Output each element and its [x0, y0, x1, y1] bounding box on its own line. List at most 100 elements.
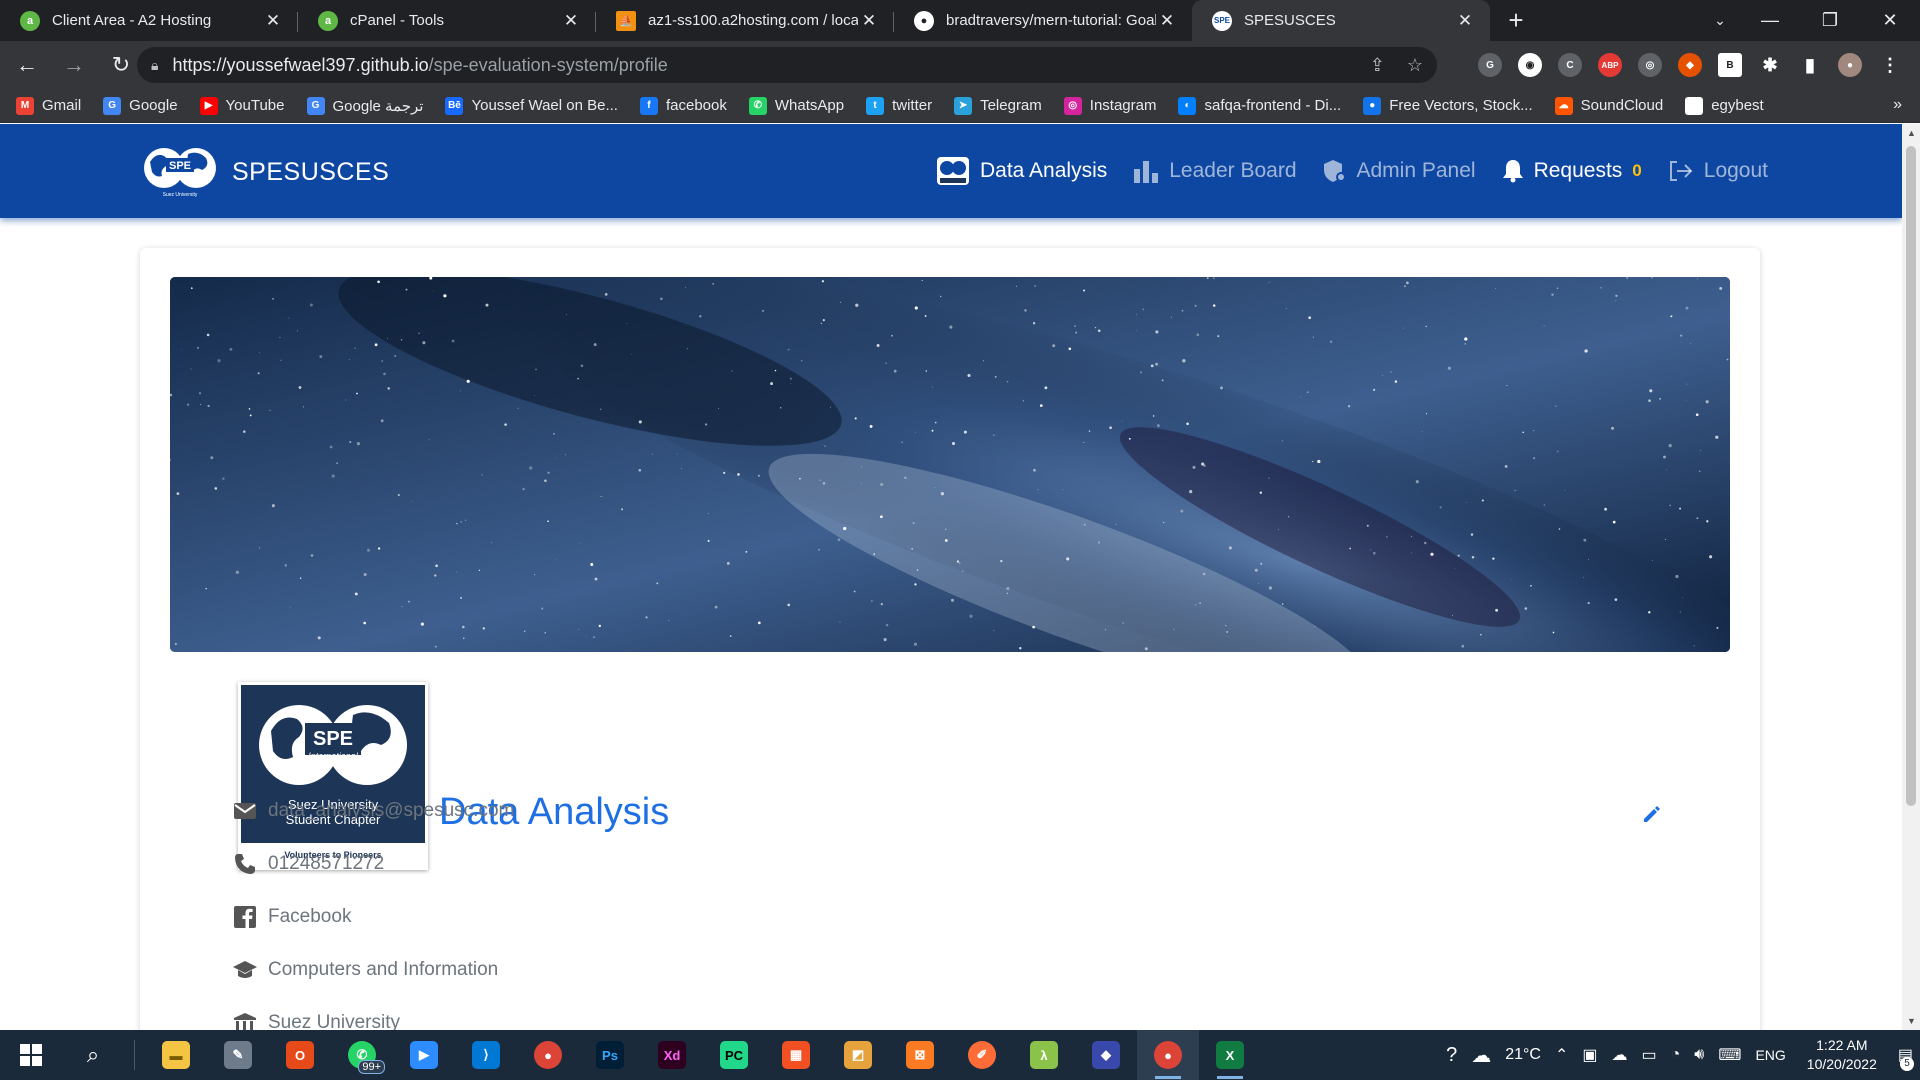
help-icon[interactable]: ? [1446, 1044, 1457, 1067]
search-icon[interactable]: ⌕ [62, 1030, 124, 1080]
windows-start-icon[interactable] [0, 1030, 62, 1080]
close-icon[interactable]: ✕ [262, 11, 284, 31]
onedrive-icon[interactable]: ☁ [1611, 1045, 1627, 1065]
url-path: /spe-evaluation-system/profile [428, 54, 668, 75]
nav-leader-board[interactable]: Leader Board [1133, 159, 1297, 183]
office-icon[interactable]: O [269, 1030, 331, 1080]
bookmark-item[interactable]: ◐ safqa-frontend - Di... [1178, 96, 1341, 115]
language-indicator[interactable]: ENG [1755, 1047, 1785, 1063]
clock[interactable]: 1:22 AM 10/20/2022 [1807, 1036, 1877, 1074]
adobe-xd-icon[interactable]: Xd [641, 1030, 703, 1080]
lambda-icon[interactable]: λ [1013, 1030, 1075, 1080]
bookmark-item[interactable]: G Google [103, 96, 178, 115]
close-icon[interactable]: ✕ [1156, 11, 1178, 31]
chrome-icon[interactable]: ● [517, 1030, 579, 1080]
notification-count: 5 [1900, 1057, 1914, 1071]
adblock-plus-icon[interactable]: ABP [1598, 53, 1622, 77]
volume-icon[interactable]: 🔊︎ [1694, 1046, 1704, 1064]
close-icon[interactable]: ✕ [1454, 11, 1476, 31]
photoshop-icon[interactable]: Ps [579, 1030, 641, 1080]
bookmarks-overflow-icon[interactable]: » [1893, 96, 1902, 114]
menu-dots-icon[interactable]: ⋮ [1878, 53, 1902, 77]
bookmark-item[interactable]: ☁ SoundCloud [1554, 96, 1663, 115]
grammarly-extension-icon[interactable]: G [1478, 53, 1502, 77]
git-icon[interactable]: ◆ [1075, 1030, 1137, 1080]
nav-logout[interactable]: Logout [1668, 159, 1768, 183]
microsoft-store-icon[interactable]: ▦ [765, 1030, 827, 1080]
weather-icon[interactable]: ☁ [1471, 1043, 1491, 1068]
bookmark-item[interactable]: M Gmail [16, 96, 81, 115]
share-icon[interactable]: ⇪ [1370, 55, 1385, 76]
brand[interactable]: SPE Suez University SPESUSCES [140, 144, 389, 200]
bookmark-item[interactable]: ◎ Instagram [1063, 96, 1156, 115]
address-bar[interactable]: 🔒︎ https://youssefwael397.github.io/spe-… [137, 47, 1437, 83]
scroll-up-icon[interactable]: ▲ [1907, 128, 1916, 138]
browser-tab[interactable]: ⛵ az1-ss100.a2hosting.com / localh ✕ [596, 0, 894, 41]
nav-data-analysis[interactable]: Data Analysis [936, 156, 1107, 186]
profile-avatar[interactable]: ● [1838, 53, 1862, 77]
bookmark-item[interactable]: t twitter [866, 96, 932, 115]
bookmark-item[interactable]: Bē Youssef Wael on Be... [445, 96, 618, 115]
extension-icon[interactable]: ◆ [1678, 53, 1702, 77]
bookmark-item[interactable]: ▶ YouTube [199, 96, 285, 115]
nav-requests[interactable]: Requests 0 [1502, 159, 1642, 183]
extension-icon[interactable]: ◉ [1518, 53, 1542, 77]
paint-icon[interactable]: ✎ [207, 1030, 269, 1080]
meet-icon[interactable]: ▣ [1582, 1045, 1597, 1065]
keyboard-icon[interactable]: ⌨ [1718, 1045, 1741, 1065]
info-facebook[interactable]: Facebook [232, 890, 514, 943]
extension-icon[interactable]: C [1558, 53, 1582, 77]
bookmark-item[interactable]: G Google ترجمة [306, 96, 423, 115]
pycharm-icon[interactable]: PC [703, 1030, 765, 1080]
vscode-icon[interactable]: ⟩ [455, 1030, 517, 1080]
app-icon[interactable]: ◩ [827, 1030, 889, 1080]
forward-icon[interactable]: → [54, 45, 94, 85]
new-tab-button[interactable]: + [1496, 0, 1536, 41]
scroll-down-icon[interactable]: ▼ [1907, 1016, 1916, 1026]
extension-icon[interactable]: B [1718, 53, 1742, 77]
notifications-icon[interactable]: ▤ 5 [1898, 1045, 1914, 1071]
file-explorer-icon[interactable]: ▬ [145, 1030, 207, 1080]
browser-tab[interactable]: a cPanel - Tools ✕ [298, 0, 596, 41]
bookmark-item[interactable]: ➤ Telegram [954, 96, 1042, 115]
puzzle-icon[interactable]: ✱ [1758, 53, 1782, 77]
zoom-icon[interactable]: ▶ [393, 1030, 455, 1080]
tab-search-icon[interactable]: ⌄ [1700, 0, 1740, 41]
bookmark-item[interactable]: f facebook [639, 96, 727, 115]
weather-temp[interactable]: 21°C [1505, 1046, 1541, 1064]
browser-tab[interactable]: a Client Area - A2 Hosting ✕ [0, 0, 298, 41]
edit-profile-button[interactable] [1642, 804, 1662, 829]
whatsapp-icon[interactable]: ✆ 99+ [331, 1030, 393, 1080]
close-window-icon[interactable]: ✕ [1860, 0, 1920, 41]
nav-admin-panel[interactable]: Admin Panel [1323, 159, 1476, 183]
lock-icon[interactable]: 🔒︎ [151, 57, 158, 74]
bookmark-item[interactable]: egybest [1685, 96, 1764, 115]
chevron-up-icon[interactable]: ⌃ [1555, 1045, 1568, 1065]
close-icon[interactable]: ✕ [560, 11, 582, 31]
side-panel-icon[interactable]: ▮ [1798, 53, 1822, 77]
chrome-running-icon[interactable]: ● [1137, 1030, 1199, 1080]
excel-icon[interactable]: X [1199, 1030, 1261, 1080]
extension-icon[interactable]: ◎ [1638, 53, 1662, 77]
close-icon[interactable]: ✕ [858, 11, 880, 31]
minimize-icon[interactable]: — [1740, 0, 1800, 41]
profile-email: data_analysis@spesusc.com [268, 799, 515, 821]
back-icon[interactable]: ← [7, 45, 47, 85]
facebook-icon [232, 904, 258, 930]
postman-icon[interactable]: ✐ [951, 1030, 1013, 1080]
page-scrollbar[interactable]: ▲ ▼ [1902, 124, 1920, 1030]
xampp-icon[interactable]: ⊠ [889, 1030, 951, 1080]
twitter-icon: t [866, 96, 885, 115]
scrollbar-thumb[interactable] [1906, 146, 1916, 806]
reload-icon[interactable]: ↻ [101, 45, 141, 85]
bookmark-item[interactable]: ● Free Vectors, Stock... [1363, 96, 1533, 115]
restore-icon[interactable]: ❐ [1800, 0, 1860, 41]
bookmark-item[interactable]: ✆ WhatsApp [748, 96, 844, 115]
battery-icon[interactable]: ▭ [1641, 1045, 1656, 1065]
wifi-icon[interactable]: ◔ [1671, 1046, 1681, 1064]
tab-title: SPESUSCES [1244, 12, 1336, 29]
browser-tab-active[interactable]: SPE SPESUSCES ✕ [1192, 0, 1490, 41]
bookmark-star-icon[interactable]: ☆ [1407, 55, 1423, 76]
browser-tab[interactable]: ● bradtraversy/mern-tutorial: Goals ✕ [894, 0, 1192, 41]
profile-facebook-link[interactable]: Facebook [268, 906, 351, 928]
